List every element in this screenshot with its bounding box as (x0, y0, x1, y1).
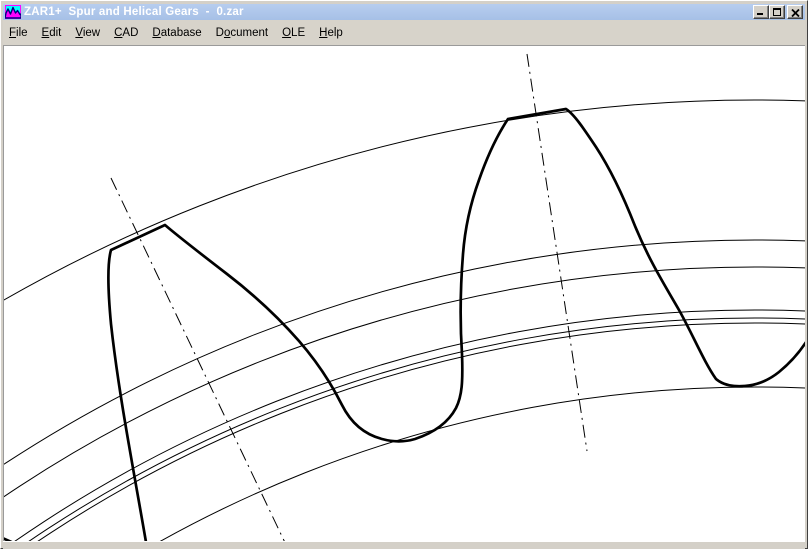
gear-construction-arc (4, 318, 805, 541)
window-controls (753, 5, 803, 19)
close-button[interactable] (787, 5, 803, 19)
gear-construction-arc (4, 267, 805, 541)
menu-item-view[interactable]: View (70, 24, 105, 42)
window-bottom-border (3, 541, 805, 549)
maximize-button[interactable] (769, 5, 785, 19)
app-window: ZAR1+ Spur and Helical Gears - 0.zar Fil… (0, 0, 808, 549)
menu-item-edit[interactable]: Edit (37, 24, 67, 42)
menu-item-help[interactable]: Help (314, 24, 348, 42)
menu-item-document[interactable]: Document (211, 24, 273, 42)
tooth-profile-path (108, 109, 805, 541)
app-icon-graphic (5, 5, 21, 19)
gear-construction-arc (4, 310, 805, 541)
titlebar[interactable]: ZAR1+ Spur and Helical Gears - 0.zar (3, 4, 805, 20)
menu-bar: File Edit View CAD Database Document OLE… (3, 20, 805, 45)
menu-item-file[interactable]: File (4, 24, 33, 42)
drawing-canvas[interactable] (3, 45, 805, 541)
minimize-button[interactable] (753, 5, 769, 19)
window-title: ZAR1+ Spur and Helical Gears - 0.zar (24, 6, 753, 18)
menu-item-database[interactable]: Database (147, 24, 206, 42)
close-icon (791, 9, 800, 17)
gear-construction-arc (4, 240, 805, 541)
menu-item-cad[interactable]: CAD (109, 24, 143, 42)
tooth-centerline (527, 54, 587, 451)
maximize-icon (773, 8, 781, 16)
minimize-icon (757, 13, 763, 15)
menu-item-ole[interactable]: OLE (277, 24, 310, 42)
gear-drawing (4, 46, 805, 541)
gear-construction-arc (4, 323, 805, 541)
app-icon (5, 5, 21, 19)
